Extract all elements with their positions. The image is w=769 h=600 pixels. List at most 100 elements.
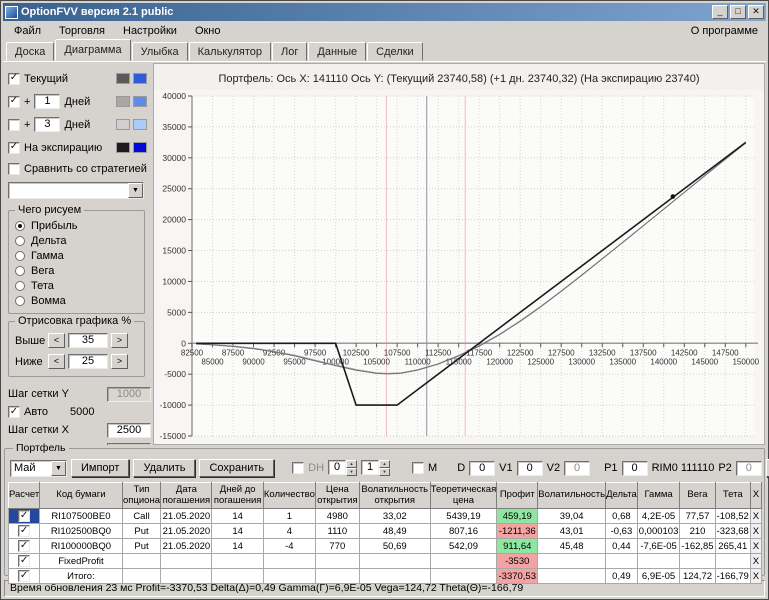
column-header-14[interactable]: Тета xyxy=(714,482,751,509)
row-calc-checkbox[interactable] xyxy=(18,555,31,568)
radio-icon[interactable] xyxy=(15,236,25,246)
increase-button[interactable]: > xyxy=(111,354,128,369)
render-pct-value-0[interactable]: 35 xyxy=(68,333,108,348)
row-delete-button[interactable]: X xyxy=(749,553,763,569)
curve-checkbox-1[interactable] xyxy=(8,95,20,108)
compare-strategy-checkbox[interactable] xyxy=(8,163,20,175)
tab-5[interactable]: Данные xyxy=(308,42,367,61)
cell: 0,49 xyxy=(605,568,638,584)
increase-button[interactable]: > xyxy=(111,333,128,348)
delete-button[interactable]: Удалить xyxy=(133,459,196,477)
color-swatch[interactable] xyxy=(133,142,147,153)
radio-icon[interactable] xyxy=(15,281,25,291)
row-calc-checkbox[interactable] xyxy=(18,540,31,553)
radio-icon[interactable] xyxy=(15,251,25,261)
column-header-3[interactable]: Дата погашения xyxy=(160,482,213,509)
dh-spinner-2[interactable]: 1 ▲ ▼ xyxy=(361,460,391,476)
row-delete-button[interactable]: X xyxy=(749,508,763,524)
column-header-12[interactable]: Гамма xyxy=(636,482,681,509)
radio-icon[interactable] xyxy=(15,266,25,276)
row-calc-checkbox[interactable] xyxy=(18,570,31,583)
menu-item-3[interactable]: Окно xyxy=(186,23,230,39)
menu-item-1[interactable]: Торговля xyxy=(50,23,114,39)
row-delete-button[interactable]: X xyxy=(749,523,763,539)
color-swatch[interactable] xyxy=(133,119,147,130)
tab-2[interactable]: Улыбка xyxy=(131,42,188,61)
radio-icon[interactable] xyxy=(15,221,25,231)
maximize-button[interactable]: □ xyxy=(730,5,746,19)
decrease-button[interactable]: < xyxy=(48,333,65,348)
draw-option-1[interactable]: Дельта xyxy=(15,234,140,248)
tab-6[interactable]: Сделки xyxy=(367,42,423,61)
tab-1[interactable]: Диаграмма xyxy=(55,39,131,61)
sko-input[interactable]: -2 xyxy=(107,442,151,445)
row-calc-checkbox[interactable] xyxy=(18,525,31,538)
menu-item-0[interactable]: Файл xyxy=(5,23,50,39)
spinner-down-icon[interactable]: ▼ xyxy=(379,468,391,476)
column-header-1[interactable]: Код бумаги xyxy=(39,482,123,509)
column-header-0[interactable]: Расчет xyxy=(7,482,41,509)
tab-4[interactable]: Лог xyxy=(272,42,308,61)
draw-option-3[interactable]: Вега xyxy=(15,264,140,278)
import-button[interactable]: Импорт xyxy=(71,459,130,477)
draw-option-4[interactable]: Тета xyxy=(15,279,140,293)
column-header-5[interactable]: Количество xyxy=(262,482,316,509)
p2-input[interactable]: 0 xyxy=(735,460,762,476)
tab-0[interactable]: Доска xyxy=(6,42,55,61)
column-header-2[interactable]: Тип опциона xyxy=(121,482,162,509)
color-swatch[interactable] xyxy=(133,96,147,107)
curve-days-input-1[interactable]: 1 xyxy=(34,94,61,109)
spinner-up-icon[interactable]: ▲ xyxy=(346,460,358,468)
draw-option-5[interactable]: Вомма xyxy=(15,294,140,308)
curve-days-input-2[interactable]: 3 xyxy=(34,117,61,132)
row-delete-button[interactable]: X xyxy=(749,568,763,584)
grid-x-input[interactable]: 2500 xyxy=(107,422,151,438)
column-header-13[interactable]: Вега xyxy=(679,482,716,509)
column-header-11[interactable]: Дельта xyxy=(605,482,638,509)
column-header-6[interactable]: Цена открытия xyxy=(314,482,360,509)
radio-icon[interactable] xyxy=(15,296,25,306)
chevron-down-icon[interactable] xyxy=(128,183,143,198)
minimize-button[interactable]: _ xyxy=(712,5,728,19)
auto-checkbox[interactable] xyxy=(8,406,20,418)
grid-y-input[interactable]: 1000 xyxy=(107,386,151,402)
render-pct-value-1[interactable]: 25 xyxy=(68,354,108,369)
spinner-up-icon[interactable]: ▲ xyxy=(379,460,391,468)
curve-checkbox-0[interactable] xyxy=(8,72,20,85)
color-swatch[interactable] xyxy=(116,96,130,107)
dh-spinner-1[interactable]: 0 ▲ ▼ xyxy=(328,460,358,476)
row-calc-checkbox[interactable] xyxy=(18,510,31,523)
d-input[interactable]: 0 xyxy=(469,460,496,476)
column-header-10[interactable]: Волатильность xyxy=(537,482,607,509)
decrease-button[interactable]: < xyxy=(48,354,65,369)
v1-input[interactable]: 0 xyxy=(516,460,543,476)
profit-chart[interactable]: 40000 35000 30000 25000 20000 15000 10000 5000 0… xyxy=(154,90,765,445)
draw-option-2[interactable]: Гамма xyxy=(15,249,140,263)
v2-input[interactable]: 0 xyxy=(564,460,591,476)
color-swatch[interactable] xyxy=(116,119,130,130)
column-header-7[interactable]: Волатильность открытия xyxy=(358,482,431,509)
tab-3[interactable]: Калькулятор xyxy=(188,42,272,61)
close-button[interactable]: ✕ xyxy=(748,5,764,19)
column-header-4[interactable]: Дней до погашения xyxy=(211,482,264,509)
p1-input[interactable]: 0 xyxy=(621,460,648,476)
m-checkbox[interactable] xyxy=(412,462,425,474)
column-header-9[interactable]: Профит xyxy=(496,482,539,509)
menu-item-about[interactable]: О программе xyxy=(685,23,764,39)
save-button[interactable]: Сохранить xyxy=(199,459,275,477)
spinner-down-icon[interactable]: ▼ xyxy=(346,468,358,476)
column-header-8[interactable]: Теоретическая цена xyxy=(429,482,498,509)
column-header-15[interactable]: X xyxy=(749,482,763,509)
draw-option-0[interactable]: Прибыль xyxy=(15,219,140,233)
strategy-dropdown[interactable] xyxy=(8,182,144,199)
color-swatch[interactable] xyxy=(116,73,130,84)
menu-item-2[interactable]: Настройки xyxy=(114,23,186,39)
color-swatch[interactable] xyxy=(133,73,147,84)
curve-checkbox-2[interactable] xyxy=(8,118,20,131)
month-dropdown[interactable]: Май xyxy=(10,459,67,477)
row-delete-button[interactable]: X xyxy=(749,538,763,554)
dh-checkbox[interactable] xyxy=(292,462,305,474)
color-swatch[interactable] xyxy=(116,142,130,153)
chevron-down-icon[interactable] xyxy=(51,460,66,476)
curve-checkbox-3[interactable] xyxy=(8,141,20,154)
